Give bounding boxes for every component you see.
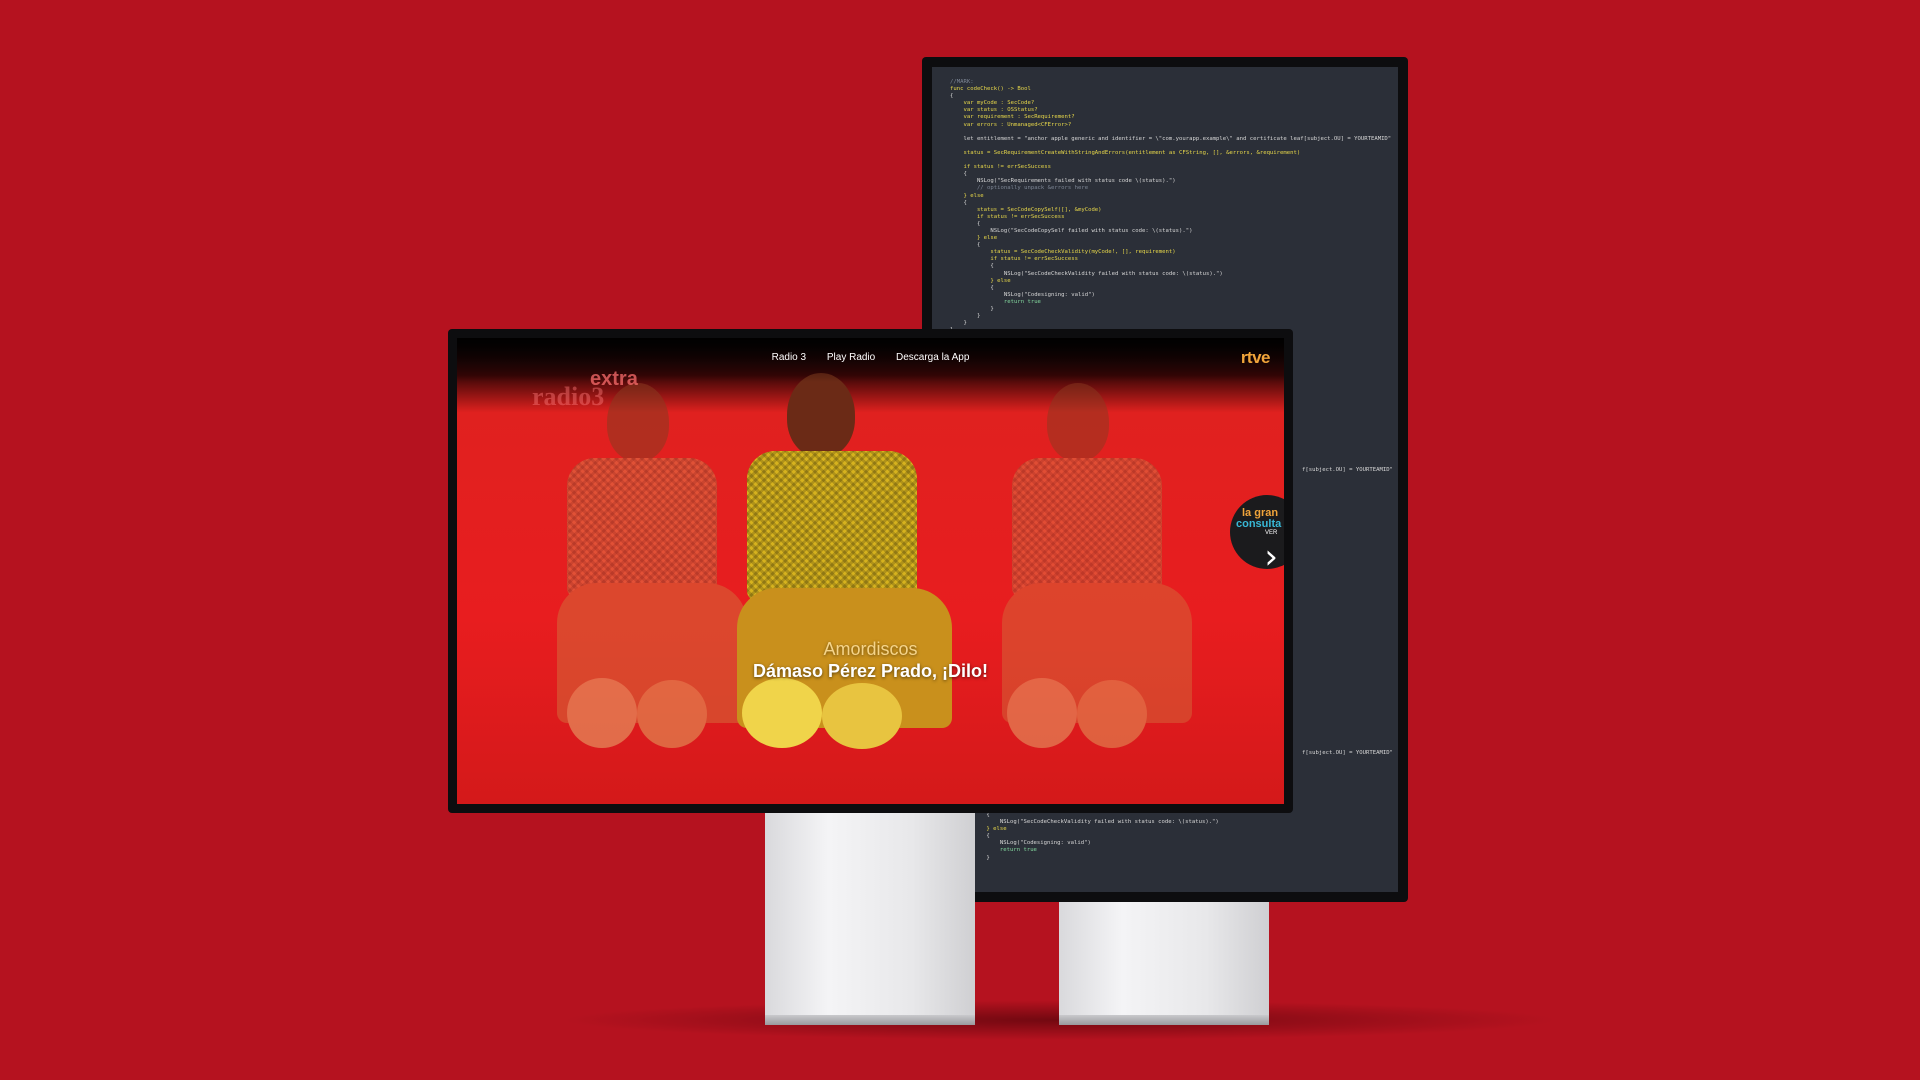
lower-code-line: } else (946, 826, 1007, 833)
code-line: { (950, 93, 954, 100)
code-line: } else (950, 192, 984, 199)
code-fragment-1: f[subject.OU] = YOURTEAMID" (1302, 467, 1393, 473)
code-line: } else (950, 277, 1011, 284)
badge-line2: consulta (1236, 518, 1282, 530)
lower-code-line: { (986, 812, 990, 818)
lower-code-line: } (986, 854, 990, 861)
code-line: } (950, 313, 981, 320)
code-line: { (950, 242, 981, 249)
code-line: var errors : Unmanaged<CFError>? (950, 121, 1072, 128)
code-line: let entitlement = "anchor apple generic … (950, 135, 1392, 142)
code-line: return true (950, 298, 1041, 305)
radio3-extra-logo[interactable]: radio3 extra (532, 368, 652, 413)
code-line: NSLog("SecCodeCheckValidity failed with … (950, 270, 1223, 277)
lower-code-line: NSLog("Codesigning: valid") (946, 840, 1091, 847)
code-line: NSLog("SecCodeCopySelf failed with statu… (950, 227, 1193, 234)
front-monitor-stand (765, 812, 975, 1025)
nav-play-radio[interactable]: Play Radio (827, 352, 875, 363)
code-line: var requirement : SecRequirement? (950, 114, 1075, 121)
lower-code-line: return true (946, 847, 1037, 854)
code-line: NSLog("Codesigning: valid") (950, 291, 1095, 298)
code-line: { (950, 284, 994, 291)
code-lines-lower: { NSLog("SecCodeCheckValidity failed wit… (946, 812, 1219, 862)
website-screen: Radio 3 Play Radio Descarga la App rtve … (457, 338, 1284, 804)
code-line: if status != errSecSuccess (950, 213, 1065, 220)
code-line: if status != errSecSuccess (950, 164, 1052, 171)
code-lines: //MARK: func codeCheck() -> Bool{ var myC… (950, 79, 1398, 334)
code-line: } (950, 320, 967, 327)
code-line: } (950, 306, 994, 312)
episode-title[interactable]: Dámaso Pérez Prado, ¡Dilo! (457, 661, 1284, 682)
back-monitor-stand (1059, 900, 1269, 1025)
back-stand-foot (1059, 1015, 1269, 1025)
code-line: var status : OSStatus? (950, 107, 1038, 114)
nav-descarga-app[interactable]: Descarga la App (896, 352, 969, 363)
code-line: //MARK: (950, 79, 974, 85)
code-line: } else (950, 235, 998, 242)
main-nav: Radio 3 Play Radio Descarga la App (457, 352, 1284, 363)
program-name: Amordiscos (823, 639, 918, 659)
code-fragment-2: f[subject.OU] = YOURTEAMID" (1302, 750, 1393, 756)
code-line: func codeCheck() -> Bool (950, 86, 1031, 93)
code-line: var myCode : SecCode? (950, 100, 1035, 107)
code-line: status = SecCodeCheckValidity(myCode!, [… (950, 249, 1176, 256)
front-monitor: Radio 3 Play Radio Descarga la App rtve … (448, 329, 1293, 813)
photo-figure-center (717, 353, 1017, 804)
next-slide-arrow-icon[interactable]: › (1264, 540, 1278, 574)
lower-code-line: NSLog("SecCodeCheckValidity failed with … (946, 819, 1219, 826)
lower-code-line: { (986, 833, 990, 840)
badge-line3: VER (1265, 530, 1278, 536)
front-stand-foot (765, 1015, 975, 1025)
code-line: NSLog("SecRequirements failed with statu… (950, 178, 1176, 185)
nav-radio3[interactable]: Radio 3 (772, 352, 806, 363)
code-line: status = SecRequirementCreateWithStringA… (950, 149, 1301, 156)
code-line: if status != errSecSuccess (950, 256, 1078, 263)
code-line: // optionally unpack &errors here (950, 185, 1089, 192)
code-line: { (950, 199, 967, 206)
extra-wordmark: extra (590, 368, 638, 390)
code-line: { (950, 171, 967, 178)
code-line: status = SecCodeCopySelf([], &myCode) (950, 206, 1102, 213)
code-line: { (950, 220, 981, 227)
code-line: { (950, 263, 994, 270)
rtve-logo[interactable]: rtve (1241, 348, 1271, 368)
